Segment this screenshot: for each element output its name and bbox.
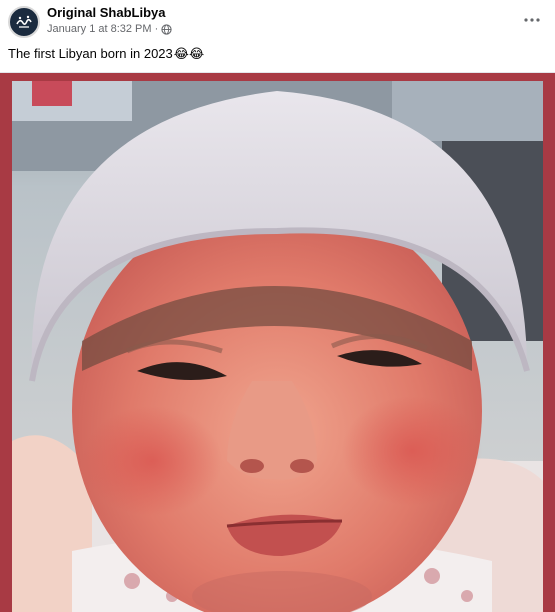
caption-text: The first Libyan born in 2023	[8, 46, 173, 61]
post-photo[interactable]	[12, 81, 543, 612]
post-timestamp[interactable]: January 1 at 8:32 PM	[47, 23, 152, 35]
caption-emoji: 😂😂	[173, 46, 205, 61]
meta-separator: ·	[154, 23, 159, 35]
page-logo-icon	[11, 9, 37, 35]
post-meta: January 1 at 8:32 PM ·	[47, 23, 172, 35]
post-header: Original ShabLibya January 1 at 8:32 PM …	[0, 0, 555, 44]
post-photo-frame[interactable]	[0, 72, 555, 612]
page-name-link[interactable]: Original ShabLibya	[47, 5, 165, 20]
more-options-button[interactable]	[521, 10, 543, 30]
post-caption: The first Libyan born in 2023😂😂	[8, 46, 204, 62]
page-avatar[interactable]	[8, 6, 40, 38]
more-options-icon	[524, 18, 540, 22]
globe-icon[interactable]	[161, 23, 172, 35]
newborn-baby-photo	[12, 81, 543, 612]
